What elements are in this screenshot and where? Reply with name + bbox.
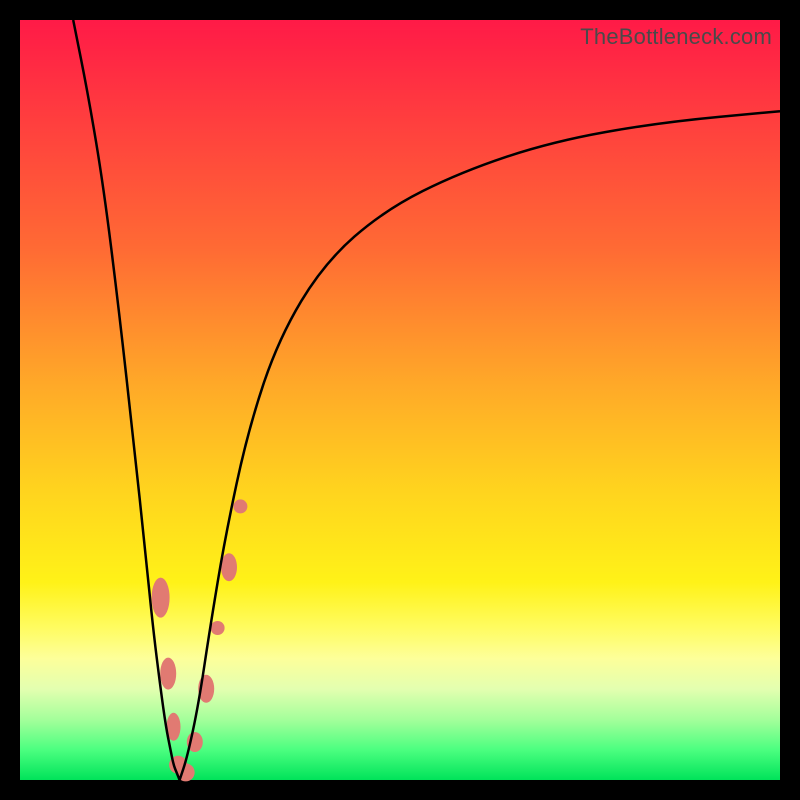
marker-right-dot-1 bbox=[211, 621, 225, 635]
plot-area: TheBottleneck.com bbox=[20, 20, 780, 780]
marker-right-cap-3 bbox=[221, 553, 237, 581]
curve-layer bbox=[20, 20, 780, 780]
chart-frame: TheBottleneck.com bbox=[0, 0, 800, 800]
markers-group bbox=[152, 499, 248, 781]
marker-right-dot-2 bbox=[233, 499, 247, 513]
marker-left-cap-1 bbox=[152, 578, 170, 618]
marker-left-cap-2 bbox=[160, 658, 176, 690]
right-curve bbox=[180, 111, 780, 780]
